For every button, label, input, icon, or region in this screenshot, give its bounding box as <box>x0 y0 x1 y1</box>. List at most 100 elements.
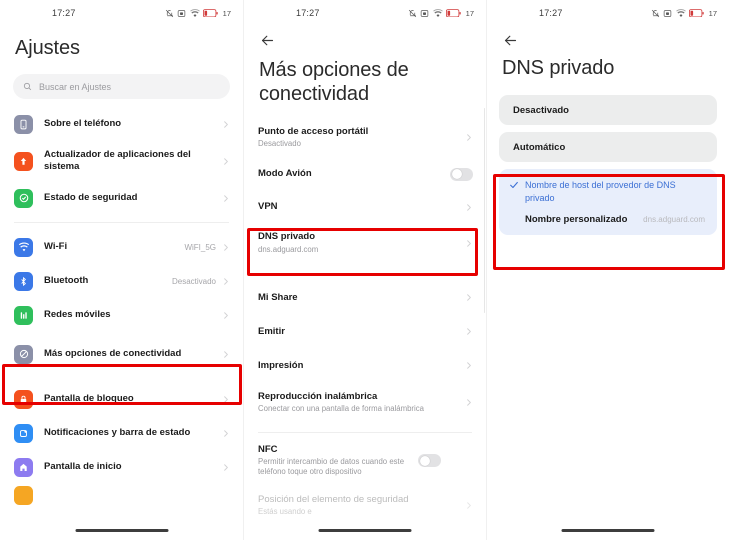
battery-percent-label: 17 <box>222 8 231 18</box>
row-wireless-display[interactable]: Reproducción inalámbrica Conectar con un… <box>244 383 486 423</box>
chevron-right-icon <box>467 239 472 247</box>
lock-icon <box>14 389 33 409</box>
status-bar-time: 17:27 <box>539 8 563 18</box>
row-vpn[interactable]: VPN <box>244 191 486 224</box>
settings-row-security-status[interactable]: Estado de seguridad <box>0 181 243 215</box>
option-label: Desactivado <box>513 104 569 116</box>
settings-row-lock-screen[interactable]: Pantalla de bloqueo <box>0 382 243 416</box>
home-gesture-bar <box>75 529 168 532</box>
connectivity-list: Punto de acceso portátil Desactivado Mod… <box>244 118 486 526</box>
row-label: DNS privado <box>258 231 316 243</box>
status-bar-icons: 17 <box>165 9 231 18</box>
row-portable-hotspot[interactable]: Punto de acceso portátil Desactivado <box>244 118 486 158</box>
settings-row-label: Wi-Fi <box>44 241 68 253</box>
chevron-right-icon <box>467 328 472 336</box>
settings-row-wifi[interactable]: Wi-Fi WiFI_5G <box>0 230 243 264</box>
battery-low-icon <box>203 9 218 18</box>
settings-row-home-screen[interactable]: Pantalla de inicio <box>0 450 243 484</box>
nfc-toggle[interactable] <box>418 454 441 468</box>
battery-low-icon <box>689 9 704 18</box>
chevron-right-icon <box>224 244 229 251</box>
row-sublabel: dns.adguard.com <box>258 244 319 254</box>
chevron-right-icon <box>467 203 472 211</box>
settings-row-label: Notificaciones y barra de estado <box>44 427 191 439</box>
home-gesture-bar <box>561 529 655 532</box>
chevron-right-icon <box>224 351 229 358</box>
settings-row-bluetooth[interactable]: Bluetooth Desactivado <box>0 264 243 298</box>
wifi-icon <box>14 237 33 257</box>
settings-row-label: Estado de seguridad <box>44 192 138 204</box>
bell-muted-icon <box>408 9 417 18</box>
settings-row-label: Sobre el teléfono <box>44 118 122 130</box>
bluetooth-icon <box>14 271 33 291</box>
row-label: NFC <box>258 443 278 455</box>
row-sublabel: Permitir intercambio de datos cuando est… <box>258 456 405 477</box>
row-printing[interactable]: Impresión <box>244 349 486 383</box>
option-off[interactable]: Desactivado <box>499 95 717 126</box>
option-label: Nombre personalizado <box>525 213 628 225</box>
option-label: Nombre de host del provedor de DNS priva… <box>525 180 676 203</box>
settings-row-system-app-updater[interactable]: Actualizador de aplicaciones del sistema <box>0 141 243 181</box>
alarm-icon <box>177 9 186 18</box>
home-gesture-bar <box>318 529 412 532</box>
status-bar-3: 17:27 17 <box>487 0 729 26</box>
bell-muted-icon <box>165 9 174 18</box>
row-nfc[interactable]: NFC Permitir intercambio de datos cuando… <box>244 440 486 482</box>
chevron-right-icon <box>224 312 229 319</box>
shield-check-icon <box>14 188 33 208</box>
row-label: Reproducción inalámbrica <box>258 390 378 402</box>
row-mi-share[interactable]: Mi Share <box>244 281 486 315</box>
page-title: DNS privado <box>502 57 615 79</box>
row-airplane-mode[interactable]: Modo Avión <box>244 158 486 191</box>
status-bar-1: 17:27 17 <box>0 0 243 26</box>
option-automatic[interactable]: Automático <box>499 132 717 163</box>
row-label: Punto de acceso portátil <box>258 125 369 137</box>
screenshot-root: 17:27 17 Ajustes Buscar en Ajustes Sobre… <box>0 0 729 540</box>
chevron-right-icon <box>467 362 472 370</box>
settings-row-label: Pantalla de inicio <box>44 461 122 473</box>
back-arrow-icon <box>261 35 274 45</box>
search-icon <box>23 78 32 96</box>
row-sublabel: Desactivado <box>258 139 301 149</box>
back-button[interactable] <box>244 26 486 54</box>
settings-row-value: Desactivado <box>171 276 216 286</box>
panel-connectivity: 17:27 17 Más opciones de conectividad Pu… <box>243 0 486 540</box>
list-divider <box>258 272 472 274</box>
row-cast[interactable]: Emitir <box>244 315 486 349</box>
search-input[interactable]: Buscar en Ajustes <box>13 74 230 100</box>
battery-low-icon <box>446 9 461 18</box>
settings-row-partial-cut-off[interactable] <box>0 484 243 506</box>
row-label: Mi Share <box>258 291 298 303</box>
chevron-right-icon <box>467 134 472 142</box>
cellular-icon <box>14 305 33 325</box>
bell-muted-icon <box>651 9 660 18</box>
settings-row-about-phone[interactable]: Sobre el teléfono <box>0 107 243 141</box>
alarm-icon <box>420 9 429 18</box>
settings-row-value: WiFI_5G <box>184 242 216 252</box>
row-private-dns[interactable]: DNS privado dns.adguard.com <box>244 224 486 263</box>
status-bar-2: 17:27 17 <box>244 0 486 26</box>
chevron-right-icon <box>224 278 229 285</box>
back-button[interactable] <box>487 26 729 54</box>
list-divider <box>14 222 229 224</box>
notifications-icon <box>14 423 33 443</box>
option-provider-hostname[interactable]: Nombre de host del provedor de DNS priva… <box>499 176 717 206</box>
settings-row-notifications-status-bar[interactable]: Notificaciones y barra de estado <box>0 416 243 450</box>
page-title: Más opciones de conectividad <box>259 59 409 106</box>
option-custom-name[interactable]: Nombre personalizado dns.adguard.com <box>499 207 717 227</box>
settings-row-mobile-networks[interactable]: Redes móviles <box>0 298 243 332</box>
chevron-right-icon <box>224 195 229 202</box>
search-placeholder: Buscar en Ajustes <box>39 81 112 92</box>
panel-private-dns: 17:27 17 DNS privado Desactivado Automát… <box>486 0 729 540</box>
check-icon <box>510 182 518 189</box>
scroll-indicator[interactable] <box>483 108 485 313</box>
chevron-right-icon <box>224 464 229 471</box>
update-arrow-icon <box>14 151 33 171</box>
settings-row-more-connectivity[interactable]: Más opciones de conectividad <box>0 336 243 372</box>
airplane-mode-toggle[interactable] <box>450 167 473 181</box>
row-label: Emitir <box>258 325 285 337</box>
status-bar-time: 17:27 <box>296 8 320 18</box>
row-sublabel: Conectar con una pantalla de forma inalá… <box>258 404 424 414</box>
row-secure-element-position[interactable]: Posición del elemento de seguridad Estás… <box>244 486 486 526</box>
settings-row-label: Pantalla de bloqueo <box>44 393 134 405</box>
